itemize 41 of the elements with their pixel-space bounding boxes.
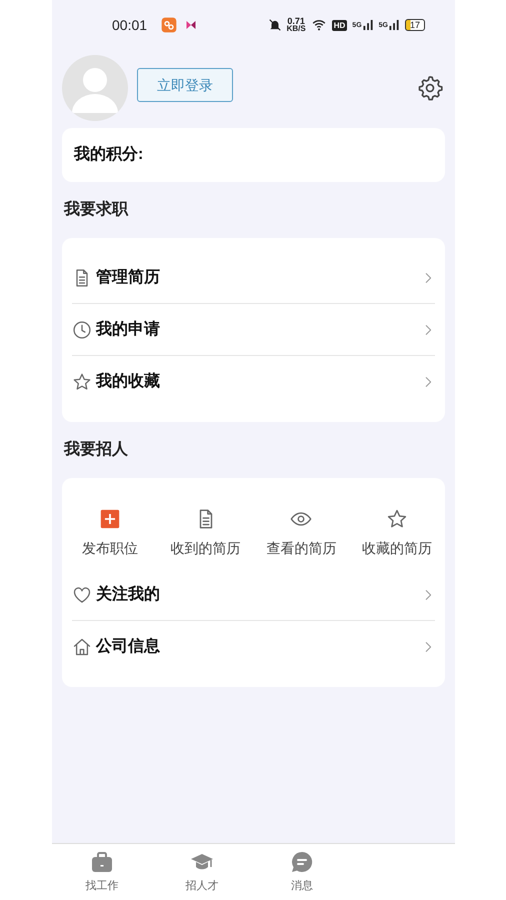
battery-indicator: 17: [404, 19, 425, 31]
wifi-icon: [310, 18, 327, 32]
menu-row[interactable]: 公司信息: [72, 621, 435, 673]
star-icon: [72, 372, 92, 392]
app-icon: [161, 17, 178, 33]
login-button[interactable]: 立即登录: [137, 68, 233, 102]
mute-bell-icon: [268, 18, 282, 32]
section-title: 我要求职: [64, 200, 128, 220]
shortcut-button[interactable]: 收藏的简历: [349, 508, 445, 559]
shortcut-button[interactable]: 收到的简历: [158, 508, 254, 559]
heart-icon: [72, 584, 92, 604]
net-speed-unit: KB/S: [286, 25, 306, 33]
flag-icon: [185, 19, 198, 31]
menu-row[interactable]: 管理简历: [72, 252, 435, 304]
menu-label: 我的收藏: [96, 371, 160, 392]
nav-tab[interactable]: 消息: [252, 844, 352, 900]
star-icon: [386, 508, 408, 530]
section-title: 我要招人: [64, 440, 128, 460]
signal-icon: [388, 19, 400, 31]
nav-tab[interactable]: 招人才: [152, 844, 252, 900]
net-speed: 0.71: [286, 17, 305, 25]
settings-icon[interactable]: [417, 75, 443, 101]
menu-label: 关注我的: [96, 584, 160, 604]
hd-indicator: HD: [332, 20, 348, 30]
menu-label: 我的申请: [96, 320, 160, 340]
plus-icon: [98, 508, 121, 530]
signal-icon: [362, 19, 374, 31]
shortcut-button[interactable]: 查看的简历: [254, 508, 350, 559]
clock-icon: [72, 320, 92, 340]
house-icon: [72, 637, 92, 657]
menu-row[interactable]: 我的申请: [72, 304, 435, 356]
status-time: 00:01: [112, 16, 148, 34]
nav-tab[interactable]: 找工作: [52, 844, 152, 900]
points-label: 我的积分:: [74, 144, 144, 165]
chat-bubble-icon: [290, 850, 314, 874]
menu-label: 公司信息: [96, 636, 160, 657]
briefcase-icon: [90, 850, 114, 874]
shortcut-button[interactable]: 发布职位: [62, 508, 158, 559]
menu-label: 管理简历: [96, 268, 160, 288]
menu-row[interactable]: 关注我的: [72, 569, 435, 621]
menu-row[interactable]: 我的收藏: [72, 356, 435, 408]
